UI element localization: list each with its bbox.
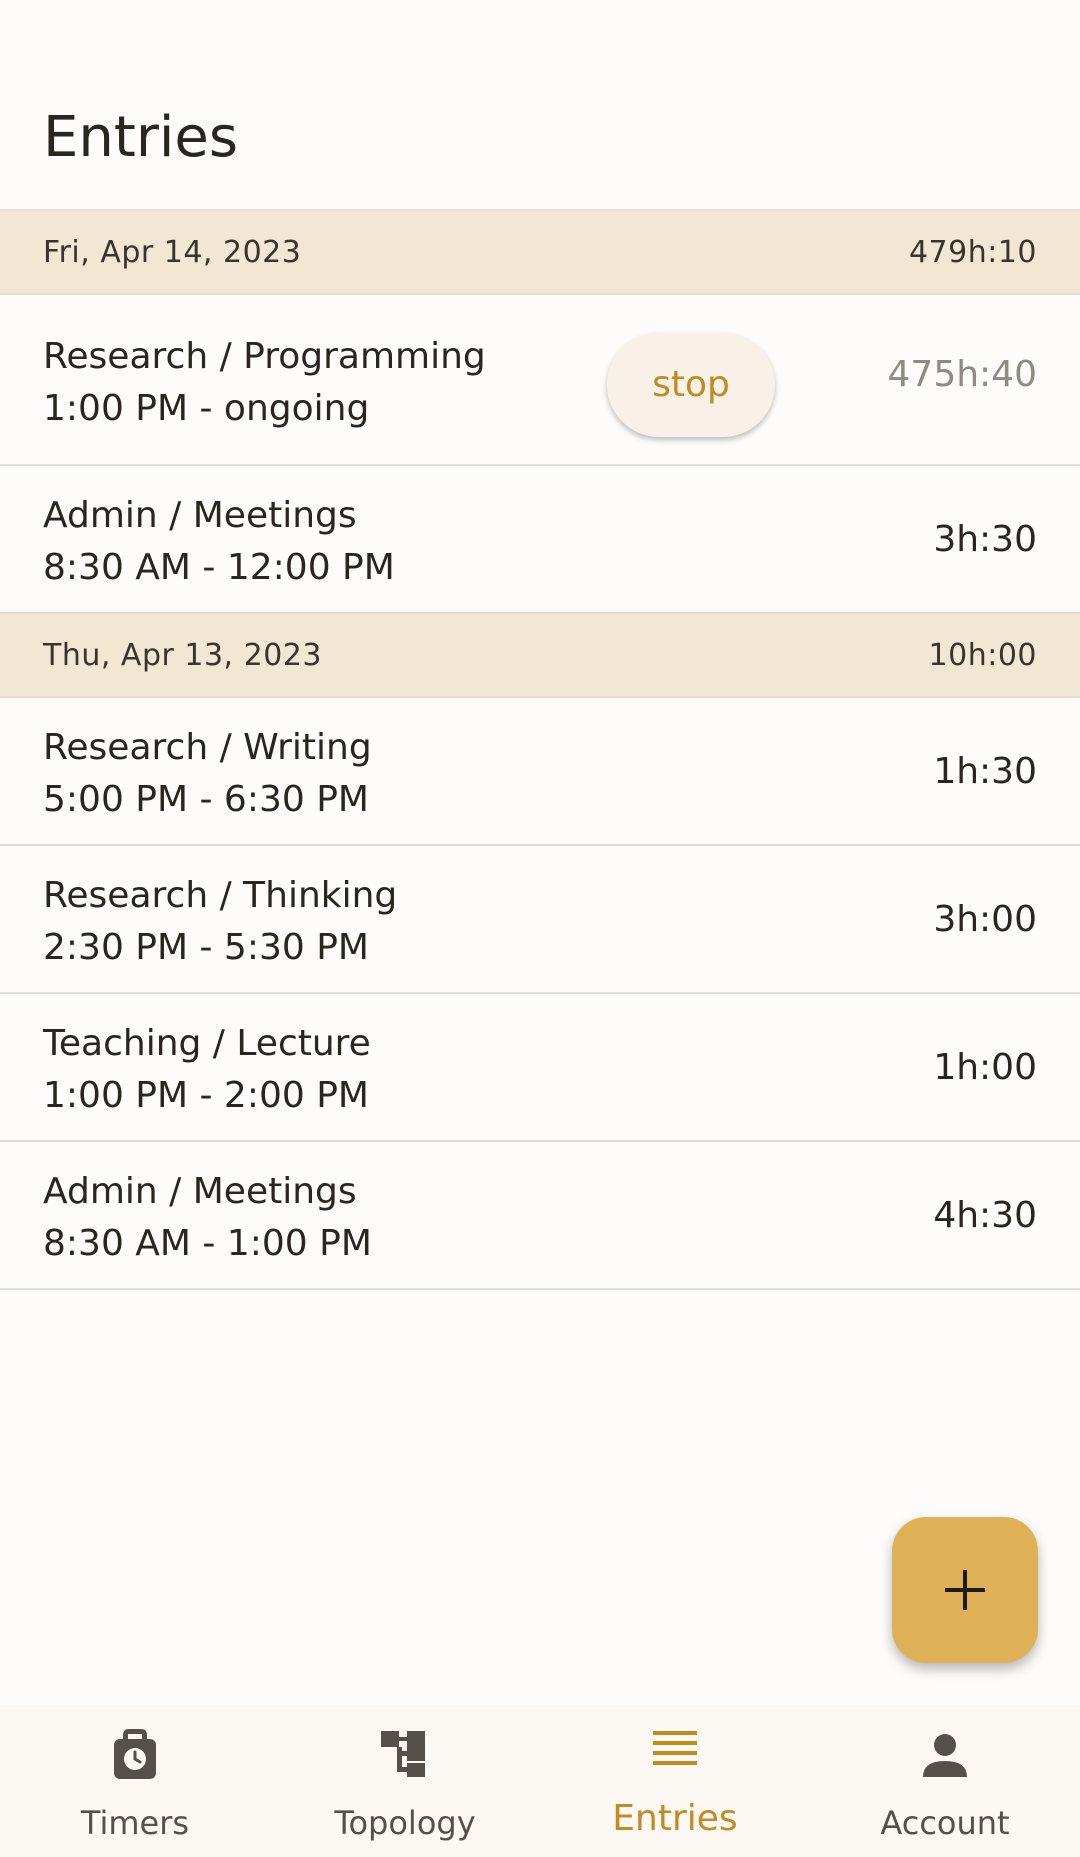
day-date: Thu, Apr 13, 2023 <box>43 638 322 673</box>
day-header: Thu, Apr 13, 2023 10h:00 <box>0 614 1080 698</box>
entry-duration: 1h:00 <box>933 1047 1037 1088</box>
entry-time: 2:30 PM - 5:30 PM <box>43 927 369 968</box>
add-entry-button[interactable] <box>892 1517 1038 1663</box>
entry-time: 8:30 AM - 12:00 PM <box>43 547 395 588</box>
entry-row[interactable]: Research / Writing 5:00 PM - 6:30 PM 1h:… <box>0 698 1080 846</box>
page-title: Entries <box>43 105 239 170</box>
entry-name: Research / Writing <box>43 727 372 768</box>
bottom-navigation: Timers Topology Entries Account <box>0 1705 1080 1857</box>
nav-item-topology[interactable]: Topology <box>270 1705 540 1857</box>
nav-item-timers[interactable]: Timers <box>0 1705 270 1857</box>
topology-icon <box>381 1731 425 1777</box>
entry-row[interactable]: Research / Programming 1:00 PM - ongoing… <box>0 295 1080 466</box>
entry-row[interactable]: Research / Thinking 2:30 PM - 5:30 PM 3h… <box>0 846 1080 994</box>
plus-icon <box>945 1570 985 1610</box>
nav-label: Timers <box>80 1804 190 1842</box>
list-icon <box>653 1731 697 1765</box>
entry-time: 1:00 PM - ongoing <box>43 388 370 429</box>
entry-row[interactable]: Teaching / Lecture 1:00 PM - 2:00 PM 1h:… <box>0 994 1080 1142</box>
day-header: Fri, Apr 14, 2023 479h:10 <box>0 211 1080 295</box>
entry-name: Research / Thinking <box>43 875 398 916</box>
person-icon <box>923 1734 967 1777</box>
entry-time: 1:00 PM - 2:00 PM <box>43 1075 369 1116</box>
stop-button[interactable]: stop <box>607 333 775 437</box>
day-total: 479h:10 <box>908 235 1037 270</box>
day-date: Fri, Apr 14, 2023 <box>43 235 302 270</box>
nav-item-account[interactable]: Account <box>810 1705 1080 1857</box>
entry-name: Admin / Meetings <box>43 1171 357 1212</box>
nav-label: Account <box>880 1804 1010 1842</box>
nav-label: Entries <box>612 1798 738 1839</box>
entry-duration: 4h:30 <box>933 1195 1037 1236</box>
nav-label: Topology <box>334 1804 476 1842</box>
entry-duration: 1h:30 <box>933 751 1037 792</box>
entry-name: Admin / Meetings <box>43 495 357 536</box>
entry-name: Research / Programming <box>43 336 486 377</box>
entry-row[interactable]: Admin / Meetings 8:30 AM - 1:00 PM 4h:30 <box>0 1142 1080 1290</box>
entry-duration: 475h:40 <box>887 354 1037 395</box>
day-total: 10h:00 <box>928 638 1037 673</box>
entries-list: Fri, Apr 14, 2023 479h:10 Research / Pro… <box>0 211 1080 1290</box>
entry-duration: 3h:30 <box>933 519 1037 560</box>
nav-item-entries[interactable]: Entries <box>540 1705 810 1857</box>
entry-duration: 3h:00 <box>933 899 1037 940</box>
entry-time: 8:30 AM - 1:00 PM <box>43 1223 372 1264</box>
entry-row[interactable]: Admin / Meetings 8:30 AM - 12:00 PM 3h:3… <box>0 466 1080 614</box>
entry-time: 5:00 PM - 6:30 PM <box>43 779 369 820</box>
entry-name: Teaching / Lecture <box>43 1023 371 1064</box>
timer-icon <box>114 1729 156 1779</box>
app-header: Entries <box>0 0 1080 211</box>
